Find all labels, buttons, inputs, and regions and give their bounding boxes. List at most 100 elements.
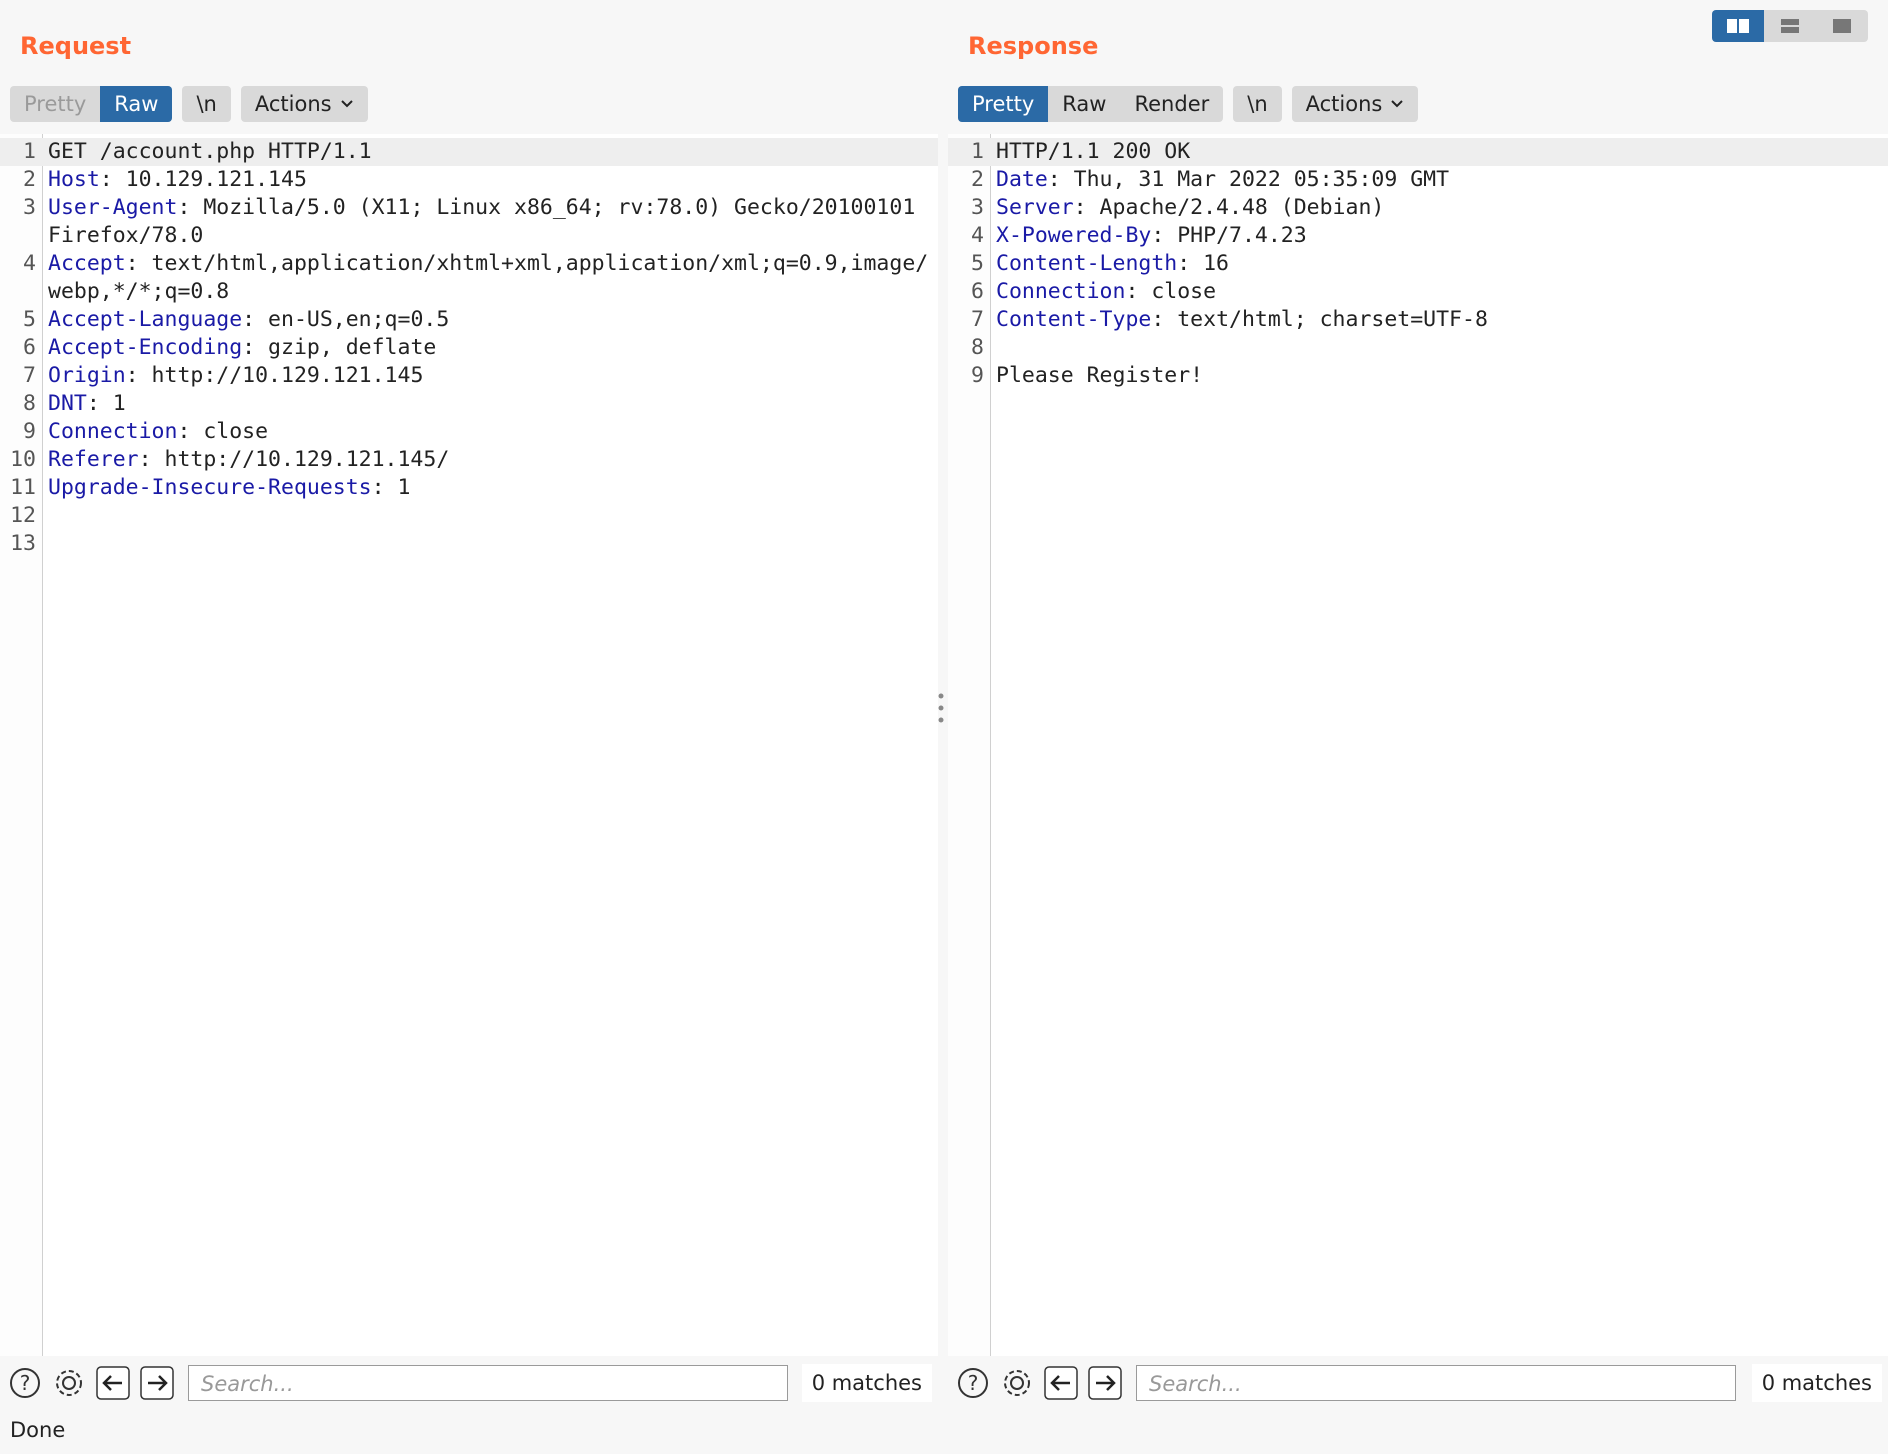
header-value: : Thu, 31 Mar 2022 05:35:09 GMT xyxy=(1047,167,1450,192)
code-line: 7 Origin: http://10.129.121.145 xyxy=(0,362,938,390)
arrow-right-icon[interactable] xyxy=(138,1364,176,1402)
tab-pretty[interactable]: Pretty xyxy=(10,86,100,122)
line-number: 11 xyxy=(10,475,36,500)
help-icon[interactable]: ? xyxy=(954,1364,992,1402)
header-key: Content-Type xyxy=(996,307,1152,332)
arrow-left-icon[interactable] xyxy=(94,1364,132,1402)
line-number: 13 xyxy=(10,531,36,556)
line-text: Connection: close xyxy=(990,278,1888,306)
line-text: GET /account.php HTTP/1.1 xyxy=(42,138,938,166)
line-number: 2 xyxy=(23,167,36,192)
code-line: 1 HTTP/1.1 200 OK xyxy=(948,138,1888,166)
header-value: : close xyxy=(177,419,269,444)
header-key: Connection xyxy=(996,279,1126,304)
tab-render[interactable]: Render xyxy=(1120,86,1223,122)
code-line: 7 Content-Type: text/html; charset=UTF-8 xyxy=(948,306,1888,334)
line-number: 9 xyxy=(971,363,984,388)
line-number: 1 xyxy=(971,139,984,164)
code-line: 6 Connection: close xyxy=(948,278,1888,306)
code-line: 1 GET /account.php HTTP/1.1 xyxy=(0,138,938,166)
response-lines: 1 HTTP/1.1 200 OK 2 Date: Thu, 31 Mar 2022 … xyxy=(948,138,1888,390)
status-text: Done xyxy=(10,1418,66,1442)
request-title: Request xyxy=(20,32,132,60)
line-text: X-Powered-By: PHP/7.4.23 xyxy=(990,222,1888,250)
line-text: Content-Length: 16 xyxy=(990,250,1888,278)
request-search-bar: ? Search... 0 matches xyxy=(6,1362,932,1404)
settings-icon[interactable] xyxy=(998,1364,1036,1402)
line-number: 7 xyxy=(971,307,984,332)
response-search-bar: ? Search... 0 matches xyxy=(954,1362,1882,1404)
line-text: User-Agent: Mozilla/5.0 (X11; Linux x86_… xyxy=(42,194,938,250)
header-value: : Mozilla/5.0 (X11; Linux x86_64; rv:78.… xyxy=(48,195,929,248)
header-value: : 1 xyxy=(371,475,411,500)
line-text xyxy=(42,530,938,558)
header-key: Origin xyxy=(48,363,126,388)
response-search-input[interactable]: Search... xyxy=(1136,1365,1736,1401)
response-editor[interactable]: 1 HTTP/1.1 200 OK 2 Date: Thu, 31 Mar 2022 … xyxy=(948,134,1888,1356)
code-line: 4 Accept: text/html,application/xhtml+xml… xyxy=(0,250,938,306)
header-value: HTTP/1.1 200 OK xyxy=(996,139,1191,164)
code-line: 9 Please Register! xyxy=(948,362,1888,390)
line-number: 8 xyxy=(971,335,984,360)
help-icon[interactable]: ? xyxy=(6,1364,44,1402)
line-number: 6 xyxy=(971,279,984,304)
request-lines: 1 GET /account.php HTTP/1.1 2 Host: 10.129.… xyxy=(0,138,938,558)
response-toolbar: Pretty Raw Render \n Actions xyxy=(958,86,1419,122)
code-line: 8 xyxy=(948,334,1888,362)
line-text: Please Register! xyxy=(990,362,1888,390)
line-text: Accept-Language: en-US,en;q=0.5 xyxy=(42,306,938,334)
header-value: : text/html,application/xhtml+xml,applic… xyxy=(48,251,929,304)
request-match-count: 0 matches xyxy=(801,1364,932,1402)
svg-text:?: ? xyxy=(968,1371,979,1395)
response-view-tabs: Pretty Raw Render xyxy=(958,86,1224,122)
tab-pretty[interactable]: Pretty xyxy=(958,86,1049,122)
code-line: 10 Referer: http://10.129.121.145/ xyxy=(0,446,938,474)
request-view-tabs: Pretty Raw xyxy=(10,86,173,122)
actions-label: Actions xyxy=(1305,92,1383,116)
svg-text:?: ? xyxy=(20,1371,31,1395)
layout-stacked-icon[interactable] xyxy=(1764,10,1816,42)
header-value: Please Register! xyxy=(996,363,1204,388)
line-text: Accept-Encoding: gzip, deflate xyxy=(42,334,938,362)
newline-toggle-button[interactable]: \n xyxy=(1233,86,1282,122)
line-text: Referer: http://10.129.121.145/ xyxy=(42,446,938,474)
header-value: : http://10.129.121.145/ xyxy=(138,447,450,472)
request-toolbar: Pretty Raw \n Actions xyxy=(10,86,368,122)
code-line: 5 Content-Length: 16 xyxy=(948,250,1888,278)
line-text: Server: Apache/2.4.48 (Debian) xyxy=(990,194,1888,222)
response-title: Response xyxy=(968,32,1099,60)
request-search-input[interactable]: Search... xyxy=(188,1365,788,1401)
header-key: Date xyxy=(996,167,1048,192)
line-text xyxy=(42,502,938,530)
request-editor[interactable]: 1 GET /account.php HTTP/1.1 2 Host: 10.129.… xyxy=(0,134,938,1356)
line-number: 7 xyxy=(23,363,36,388)
code-line: 4 X-Powered-By: PHP/7.4.23 xyxy=(948,222,1888,250)
line-number: 3 xyxy=(23,195,36,220)
header-key: Server xyxy=(996,195,1074,220)
arrow-left-icon[interactable] xyxy=(1042,1364,1080,1402)
settings-icon[interactable] xyxy=(50,1364,88,1402)
arrow-right-icon[interactable] xyxy=(1086,1364,1124,1402)
header-value: : http://10.129.121.145 xyxy=(125,363,424,388)
line-number: 1 xyxy=(23,139,36,164)
actions-button[interactable]: Actions xyxy=(240,86,368,122)
line-text xyxy=(990,334,1888,362)
actions-button[interactable]: Actions xyxy=(1291,86,1419,122)
code-line: 3 User-Agent: Mozilla/5.0 (X11; Linux x86… xyxy=(0,194,938,250)
line-number: 4 xyxy=(23,251,36,276)
line-number: 9 xyxy=(23,419,36,444)
layout-side-by-side-icon[interactable] xyxy=(1712,10,1764,42)
header-key: X-Powered-By xyxy=(996,223,1152,248)
request-pane: Request Pretty Raw \n Actions 1 GET /acco… xyxy=(0,0,938,1402)
tab-raw[interactable]: Raw xyxy=(100,86,173,122)
code-line: 8 DNT: 1 xyxy=(0,390,938,418)
header-value: : PHP/7.4.23 xyxy=(1151,223,1307,248)
tab-raw[interactable]: Raw xyxy=(1048,86,1120,122)
code-line: 9 Connection: close xyxy=(0,418,938,446)
header-key: Accept-Language xyxy=(48,307,243,332)
drag-handle-icon[interactable] xyxy=(937,688,945,728)
newline-toggle-button[interactable]: \n xyxy=(182,86,231,122)
header-key: Accept-Encoding xyxy=(48,335,243,360)
layout-single-icon[interactable] xyxy=(1816,10,1868,42)
response-match-count: 0 matches xyxy=(1751,1364,1882,1402)
